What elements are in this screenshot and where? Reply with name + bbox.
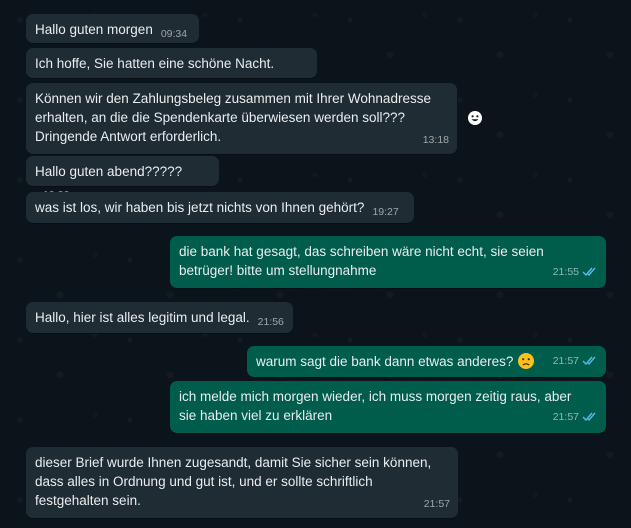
message-incoming[interactable]: Ich hoffe, Sie hatten eine schöne Nacht.… — [26, 48, 317, 93]
double-check-icon — [582, 410, 598, 429]
message-time: 21:57 — [552, 355, 579, 367]
message-text: Hallo guten morgen — [35, 22, 153, 37]
message-status: 21:55 — [553, 263, 598, 284]
message-text: Hallo guten abend????? — [35, 164, 183, 179]
message-time: 13:18 — [422, 134, 449, 146]
message-time: 21:57 — [552, 411, 579, 423]
message-incoming[interactable]: Hallo, hier ist alles legitim und legal.… — [26, 302, 293, 333]
message-time: 09:34 — [160, 28, 188, 40]
message-time: 21:55 — [552, 266, 579, 278]
smiley-face-icon[interactable] — [465, 108, 485, 128]
message-text: dieser Brief wurde Ihnen zugesandt, dami… — [35, 455, 432, 508]
message-incoming[interactable]: Hallo guten abend?????19:26 — [26, 156, 219, 201]
message-time: 21:56 — [257, 316, 284, 328]
message-text: warum sagt die bank dann etwas anderes? — [256, 354, 514, 369]
message-outgoing[interactable]: warum sagt die bank dann etwas anderes? … — [247, 346, 606, 377]
message-time: 19:27 — [372, 206, 399, 218]
message-incoming[interactable]: dieser Brief wurde Ihnen zugesandt, dami… — [26, 447, 458, 518]
message-time: 21:57 — [423, 498, 450, 510]
message-outgoing[interactable]: die bank hat gesagt, das schreiben wäre … — [170, 236, 606, 288]
message-text: was ist los, wir haben bis jetzt nichts … — [35, 200, 365, 215]
message-text: ich melde mich morgen wieder, ich muss m… — [179, 389, 572, 423]
message-text: die bank hat gesagt, das schreiben wäre … — [179, 244, 544, 278]
message-text: Hallo, hier ist alles legitim und legal. — [35, 310, 250, 325]
message-text: Ich hoffe, Sie hatten eine schöne Nacht. — [35, 56, 275, 71]
message-incoming[interactable]: Hallo guten morgen 09:34 — [26, 14, 199, 43]
message-outgoing[interactable]: ich melde mich morgen wieder, ich muss m… — [170, 381, 606, 433]
message-incoming[interactable]: was ist los, wir haben bis jetzt nichts … — [26, 192, 414, 223]
confused-face-icon — [517, 352, 535, 375]
message-incoming[interactable]: Können wir den Zahlungsbeleg zusammen mi… — [26, 83, 457, 154]
message-text: Können wir den Zahlungsbeleg zusammen mi… — [35, 91, 431, 144]
double-check-icon — [582, 354, 598, 373]
double-check-icon — [582, 265, 598, 284]
message-status: 21:57 — [553, 408, 598, 429]
message-status: 21:57 — [553, 352, 598, 373]
